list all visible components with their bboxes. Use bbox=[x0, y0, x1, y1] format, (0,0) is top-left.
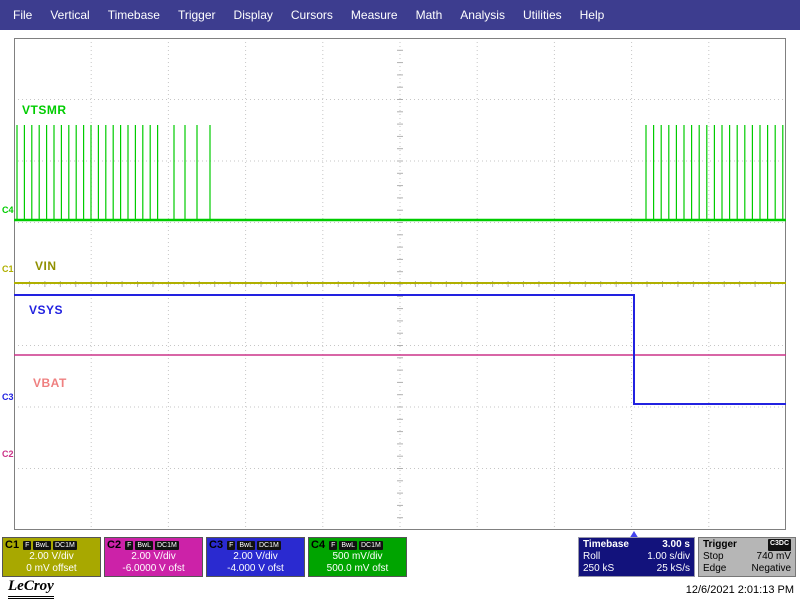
waveform-display bbox=[14, 38, 786, 530]
trigger-source-badge: C3DC bbox=[768, 539, 791, 551]
channel-id-c3: C3 bbox=[209, 539, 223, 551]
impedance-badge: DC1M bbox=[155, 541, 179, 550]
channel-offset-c4: 500.0 mV ofst bbox=[311, 563, 404, 575]
menu-item-display[interactable]: Display bbox=[225, 8, 282, 22]
channel-descriptor-c4[interactable]: C4 F BwL DC1M 500 mV/div 500.0 mV ofst bbox=[308, 537, 407, 577]
scope-grid: VTSMR VIN VSYS VBAT bbox=[14, 38, 786, 530]
timebase-rate: 25 kS/s bbox=[657, 563, 690, 575]
menu-item-trigger[interactable]: Trigger bbox=[169, 8, 225, 22]
coupling-badge: F bbox=[23, 541, 31, 550]
channel-scale-c4: 500 mV/div bbox=[311, 551, 404, 563]
coupling-badge: F bbox=[227, 541, 235, 550]
timebase-value: 3.00 s bbox=[662, 539, 690, 551]
bandwidth-badge: BwL bbox=[135, 541, 153, 550]
trace-label-vtsmr: VTSMR bbox=[22, 103, 67, 117]
trigger-title: Trigger bbox=[703, 539, 737, 551]
timebase-points: 250 kS bbox=[583, 563, 614, 575]
ground-marker-c4[interactable]: C4 bbox=[2, 205, 14, 215]
channel-id-c2: C2 bbox=[107, 539, 121, 551]
timebase-mode: Roll bbox=[583, 551, 600, 563]
impedance-badge: DC1M bbox=[359, 541, 383, 550]
channel-descriptor-c3[interactable]: C3 F BwL DC1M 2.00 V/div -4.000 V ofst bbox=[206, 537, 305, 577]
channel-offset-c1: 0 mV offset bbox=[5, 563, 98, 575]
menu-item-measure[interactable]: Measure bbox=[342, 8, 407, 22]
lecroy-logo: LeCroy bbox=[8, 578, 54, 599]
timebase-per-div: 1.00 s/div bbox=[647, 551, 690, 563]
channel-offset-c3: -4.000 V ofst bbox=[209, 563, 302, 575]
timebase-title: Timebase bbox=[583, 539, 629, 551]
channel-descriptor-c1[interactable]: C1 F BwL DC1M 2.00 V/div 0 mV offset bbox=[2, 537, 101, 577]
menu-bar: File Vertical Timebase Trigger Display C… bbox=[0, 0, 800, 30]
status-datetime: 12/6/2021 2:01:13 PM bbox=[686, 584, 794, 596]
channel-scale-c3: 2.00 V/div bbox=[209, 551, 302, 563]
channel-scale-c1: 2.00 V/div bbox=[5, 551, 98, 563]
coupling-badge: F bbox=[125, 541, 133, 550]
trigger-descriptor[interactable]: Trigger C3DC Stop 740 mV Edge Negative bbox=[698, 537, 796, 577]
trace-label-vbat: VBAT bbox=[33, 376, 67, 390]
coupling-badge: F bbox=[329, 541, 337, 550]
bandwidth-badge: BwL bbox=[237, 541, 255, 550]
channel-offset-c2: -6.0000 V ofst bbox=[107, 563, 200, 575]
trace-label-vsys: VSYS bbox=[29, 303, 63, 317]
channel-descriptor-c2[interactable]: C2 F BwL DC1M 2.00 V/div -6.0000 V ofst bbox=[104, 537, 203, 577]
channel-scale-c2: 2.00 V/div bbox=[107, 551, 200, 563]
menu-item-utilities[interactable]: Utilities bbox=[514, 8, 571, 22]
impedance-badge: DC1M bbox=[53, 541, 77, 550]
menu-item-vertical[interactable]: Vertical bbox=[41, 8, 98, 22]
menu-item-file[interactable]: File bbox=[4, 8, 41, 22]
menu-item-help[interactable]: Help bbox=[571, 8, 614, 22]
bandwidth-badge: BwL bbox=[33, 541, 51, 550]
menu-item-analysis[interactable]: Analysis bbox=[451, 8, 514, 22]
trigger-slope: Negative bbox=[752, 563, 791, 575]
ground-marker-c2[interactable]: C2 bbox=[2, 449, 14, 459]
menu-item-math[interactable]: Math bbox=[407, 8, 452, 22]
menu-item-timebase[interactable]: Timebase bbox=[99, 8, 169, 22]
bandwidth-badge: BwL bbox=[339, 541, 357, 550]
ground-marker-c3[interactable]: C3 bbox=[2, 392, 14, 402]
timebase-descriptor[interactable]: Timebase 3.00 s Roll 1.00 s/div 250 kS 2… bbox=[578, 537, 695, 577]
trigger-state: Stop bbox=[703, 551, 724, 563]
trigger-type: Edge bbox=[703, 563, 726, 575]
descriptor-row: C1 F BwL DC1M 2.00 V/div 0 mV offset C2 … bbox=[2, 537, 407, 577]
menu-item-cursors[interactable]: Cursors bbox=[282, 8, 342, 22]
channel-id-c1: C1 bbox=[5, 539, 19, 551]
trigger-level: 740 mV bbox=[757, 551, 791, 563]
ground-marker-c1[interactable]: C1 bbox=[2, 264, 14, 274]
trace-label-vin: VIN bbox=[35, 259, 57, 273]
impedance-badge: DC1M bbox=[257, 541, 281, 550]
channel-id-c4: C4 bbox=[311, 539, 325, 551]
